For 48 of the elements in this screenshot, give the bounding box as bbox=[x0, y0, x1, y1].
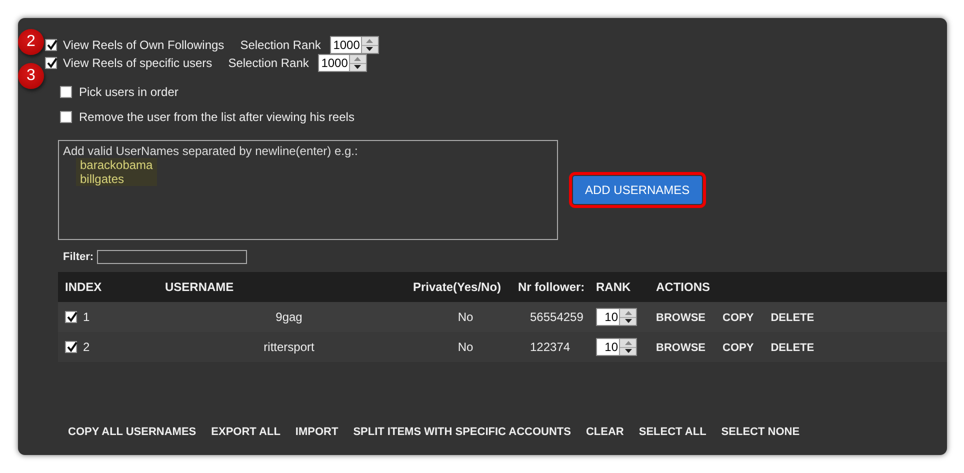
filter-field[interactable] bbox=[96, 250, 247, 264]
checkbox[interactable] bbox=[60, 86, 72, 98]
column-header: RANK bbox=[596, 272, 656, 302]
row-action-link[interactable]: DELETE bbox=[770, 312, 814, 324]
add-usernames-button[interactable]: ADD USERNAMES bbox=[573, 176, 702, 204]
example-username: billgates bbox=[80, 172, 126, 186]
column-header: ACTIONS bbox=[656, 272, 947, 302]
bottom-action-link[interactable]: CLEAR bbox=[586, 426, 624, 438]
column-header: Nr follower: bbox=[518, 272, 596, 302]
step-badge: 3 bbox=[18, 63, 44, 89]
bottom-action-link[interactable]: IMPORT bbox=[295, 426, 338, 438]
usernames-field[interactable]: Add valid UserNames separated by newline(enter) e.g.: barackobama billgates bbox=[58, 140, 558, 240]
filter-label: Filter: bbox=[63, 251, 94, 263]
private-cell: No bbox=[458, 310, 474, 324]
followers-cell: 122374 bbox=[530, 340, 570, 354]
column-header: Private(Yes/No) bbox=[413, 272, 518, 302]
followers-cell: 56554259 bbox=[530, 310, 584, 324]
column-header: INDEX bbox=[58, 272, 165, 302]
bottom-action-link[interactable]: SPLIT ITEMS WITH SPECIFIC ACCOUNTS bbox=[353, 426, 571, 438]
rank-label: Selection Rank bbox=[228, 56, 309, 70]
index-cell: 1 bbox=[83, 310, 90, 324]
option-label: Pick users in order bbox=[79, 84, 178, 98]
checkbox[interactable] bbox=[45, 57, 57, 69]
hint-text: Add valid UserNames separated by newline(enter) e.g.: bbox=[63, 144, 359, 158]
example-username: barackobama bbox=[80, 158, 153, 172]
row-checkbox[interactable] bbox=[65, 311, 77, 323]
row-action-link[interactable]: DELETE bbox=[770, 342, 814, 354]
checkbox[interactable] bbox=[45, 39, 57, 51]
checkbox[interactable] bbox=[60, 110, 72, 122]
bottom-action-link[interactable]: EXPORT ALL bbox=[211, 426, 280, 438]
option-label: View Reels of specific users bbox=[63, 56, 212, 70]
step-badge: 2 bbox=[18, 29, 44, 55]
row-action-link[interactable]: BROWSE bbox=[656, 342, 706, 354]
rank-label: Selection Rank bbox=[240, 38, 321, 52]
bottom-action-link[interactable]: COPY ALL USERNAMES bbox=[68, 426, 196, 438]
row-checkbox[interactable] bbox=[65, 341, 77, 353]
bottom-action-link[interactable]: SELECT NONE bbox=[721, 426, 800, 438]
row-action-link[interactable]: COPY bbox=[722, 312, 754, 324]
private-cell: No bbox=[458, 340, 474, 354]
column-header: USERNAME bbox=[165, 272, 413, 302]
username-cell: 9gag bbox=[276, 310, 302, 324]
option-label: Remove the user from the list after viewing his reels bbox=[79, 110, 354, 124]
row-action-link[interactable]: COPY bbox=[722, 342, 754, 354]
username-cell: rittersport bbox=[264, 340, 314, 354]
option-label: View Reels of Own Followings bbox=[63, 38, 224, 52]
index-cell: 2 bbox=[83, 340, 90, 354]
bottom-action-link[interactable]: SELECT ALL bbox=[638, 426, 706, 438]
row-action-link[interactable]: BROWSE bbox=[656, 312, 706, 324]
